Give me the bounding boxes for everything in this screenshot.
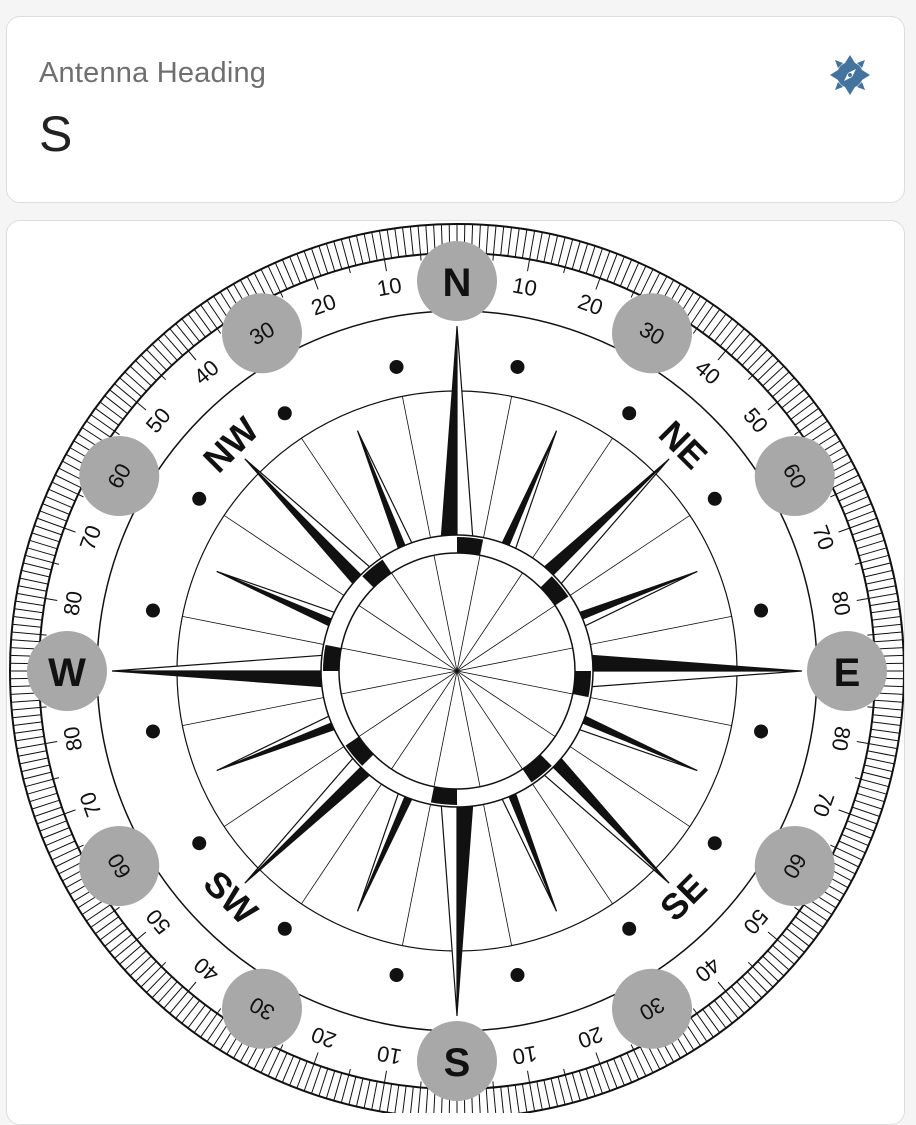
compass-dot (707, 491, 722, 506)
heading-card[interactable]: Antenna Heading S (6, 16, 905, 203)
degree-label: 10 (375, 272, 403, 301)
compass-dot (707, 836, 722, 851)
cardinal-label-s: S (444, 1041, 471, 1085)
compass-dot (277, 921, 292, 936)
compass-card: 10 20 30 40 50 60 70 80 80 70 60 50 40 30 20 10 10 20 30 40… (6, 220, 905, 1125)
cardinal-label-w: W (48, 651, 86, 695)
compass-dot (145, 603, 160, 618)
compass-rose-image: 1020304050607080807060504030201010203040… (9, 223, 904, 1113)
heading-value: S (39, 106, 73, 162)
compass-dot (754, 724, 769, 739)
degree-label: 80 (58, 589, 87, 617)
compass-dot (389, 359, 404, 374)
compass-dot (389, 968, 404, 983)
compass-icon[interactable] (829, 54, 871, 96)
compass-dot (622, 921, 637, 936)
cardinal-label-e: E (834, 651, 861, 695)
compass-dot (622, 406, 637, 421)
degree-label: 10 (510, 1041, 538, 1070)
compass-dot (277, 406, 292, 421)
compass-dot (510, 359, 525, 374)
compass-dot (192, 491, 207, 506)
cardinal-label-n: N (443, 261, 472, 305)
degree-label: 80 (58, 724, 87, 752)
compass-dot (510, 968, 525, 983)
compass-dot (754, 603, 769, 618)
compass-dot (192, 836, 207, 851)
degree-label: 10 (375, 1041, 403, 1070)
degree-label: 80 (827, 589, 856, 617)
degree-label: 80 (827, 724, 856, 752)
degree-label: 10 (510, 272, 538, 301)
card-title: Antenna Heading (39, 57, 267, 89)
compass-dot (145, 724, 160, 739)
